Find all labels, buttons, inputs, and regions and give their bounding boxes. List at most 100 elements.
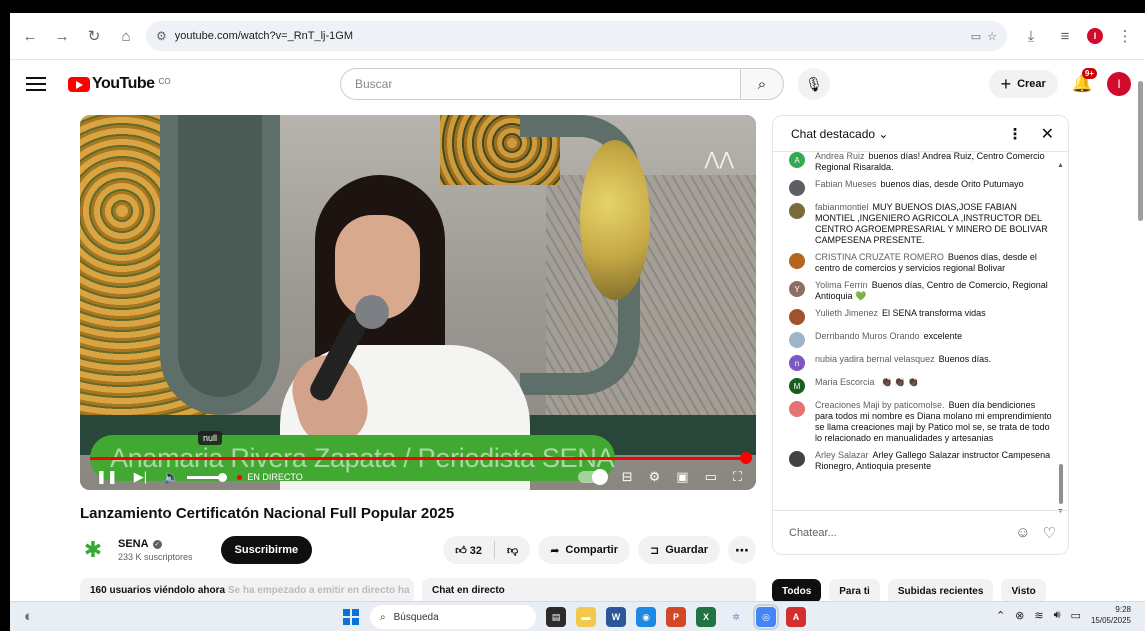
file-explorer-icon[interactable]: ▬ (576, 607, 596, 627)
chat-author-avatar[interactable] (789, 401, 805, 417)
page-scrollbar-thumb[interactable] (1138, 81, 1143, 221)
tray-chevron-icon[interactable]: ⌃ (996, 609, 1005, 622)
chat-author-name[interactable]: Derribando Muros Orando (815, 331, 920, 341)
chat-message[interactable]: A Andrea Ruiz buenos días! Andrea Ruiz, Ce… (789, 148, 1054, 176)
chat-message[interactable]: fabianmontiel MUY BUENOS DIAS,JOSE FABIAN… (789, 199, 1054, 249)
widgets-icon[interactable]: ◐ (24, 608, 54, 625)
live-indicator[interactable]: EN DIRECTO (237, 472, 303, 482)
chat-author-name[interactable]: Andrea Ruiz (815, 151, 865, 161)
chat-message-list[interactable]: A Andrea Ruiz buenos días! Andrea Ruiz, Ce… (773, 148, 1054, 506)
chrome-alt-icon[interactable]: ◉ (636, 607, 656, 627)
forward-icon[interactable]: → (50, 24, 74, 48)
start-button[interactable] (343, 609, 359, 625)
chat-scrollbar[interactable]: ▲ ▼ (1057, 162, 1064, 515)
chat-message[interactable]: Creaciones Maji by paticomolse. Buen día … (789, 397, 1054, 447)
dislike-button[interactable]: 👎︎ (507, 544, 518, 557)
excel-icon[interactable]: X (696, 607, 716, 627)
subscribe-button[interactable]: Suscribirme (220, 536, 313, 564)
progress-bar[interactable] (90, 457, 746, 460)
like-button[interactable]: 👍︎ 32 (455, 544, 482, 557)
browser-profile-avatar[interactable]: I (1087, 28, 1103, 44)
save-button[interactable]: ⊐ Guardar (637, 536, 720, 564)
chat-author-avatar[interactable] (789, 309, 805, 325)
settings-icon[interactable]: ⚙ (649, 469, 661, 485)
search-button[interactable]: ⌕ (740, 68, 784, 100)
address-bar[interactable]: ⚙ youtube.com/watch?v=_RnT_lj-1GM ▭ ☆ (146, 21, 1007, 51)
youtube-logo[interactable]: YouTube CO (68, 75, 171, 93)
next-icon[interactable]: ▶| (134, 469, 147, 485)
notifications-button[interactable]: 🔔 9+ (1072, 68, 1097, 94)
chat-message[interactable]: Yulieth Jimenez El SENA transforma vidas (789, 305, 1054, 328)
chat-author-avatar[interactable] (789, 332, 805, 348)
share-button[interactable]: ➦ Compartir (538, 536, 630, 564)
channel-name[interactable]: SENA (118, 538, 149, 550)
create-button[interactable]: + Crear (988, 70, 1058, 98)
chat-author-name[interactable]: fabianmontiel (815, 202, 869, 212)
chip-recent-uploads[interactable]: Subidas recientes (887, 579, 994, 603)
chat-options-icon[interactable]: ⋮ (1008, 125, 1023, 143)
chat-author-name[interactable]: CRISTINA CRUZATE ROMERO (815, 252, 944, 262)
chat-author-avatar[interactable] (789, 180, 805, 196)
chat-scrollbar-thumb[interactable] (1059, 464, 1063, 504)
taskbar-search[interactable]: ⌕ Búsqueda (370, 605, 536, 629)
theater-mode-icon[interactable]: ▭ (705, 469, 717, 485)
live-chat-tab[interactable]: Chat en directo (422, 578, 756, 603)
emoji-icon[interactable]: ☺ (1015, 524, 1030, 541)
clock[interactable]: 9:28 15/05/2025 (1091, 604, 1131, 626)
account-avatar[interactable]: I (1107, 72, 1131, 96)
chat-author-name[interactable]: Yulieth Jimenez (815, 308, 878, 318)
more-actions-button[interactable]: ⋯ (728, 536, 756, 564)
chat-author-name[interactable]: nubia yadira bernal velasquez (815, 354, 935, 364)
heart-icon[interactable]: ♡ (1043, 524, 1056, 542)
chat-mode-selector[interactable]: Chat destacado ⌄ (791, 127, 888, 141)
chat-author-avatar[interactable] (789, 451, 805, 467)
chat-author-name[interactable]: Creaciones Maji by paticomolse. (815, 400, 945, 410)
chat-message[interactable]: Derribando Muros Orando excelente (789, 328, 1054, 351)
menu-icon[interactable] (26, 77, 46, 91)
subtitles-icon[interactable]: ⊟ (622, 469, 633, 485)
chat-author-avatar[interactable]: n (789, 355, 805, 371)
voice-search-button[interactable]: 🎙 (798, 68, 830, 100)
chat-message[interactable]: Y Yolima Ferrin Buenos días, Centro de Com… (789, 277, 1054, 305)
chat-author-name[interactable]: Fabian Mueses (815, 179, 877, 189)
download-icon[interactable]: ⤓ (1019, 24, 1043, 48)
powerpoint-icon[interactable]: P (666, 607, 686, 627)
chat-author-avatar[interactable]: A (789, 152, 805, 168)
autoplay-toggle[interactable] (577, 469, 608, 485)
speaker-icon[interactable]: 🔊︎ (1054, 609, 1061, 622)
chat-author-name[interactable]: Arley Salazar (815, 450, 869, 460)
chip-all[interactable]: Todos (772, 579, 822, 603)
progress-scrubber[interactable] (740, 452, 752, 464)
chip-watched[interactable]: Visto (1001, 579, 1046, 603)
reload-icon[interactable]: ↻ (82, 24, 106, 48)
miniplayer-icon[interactable]: ▣ (676, 469, 688, 485)
battery-icon[interactable]: ▭ (1071, 609, 1081, 622)
channel-avatar[interactable]: ✱ (80, 537, 106, 563)
wifi-icon[interactable]: ≋ (1034, 609, 1043, 622)
tray-app-icon[interactable]: ⊗ (1015, 609, 1024, 622)
chip-for-you[interactable]: Para ti (829, 579, 880, 603)
page-scrollbar[interactable] (1136, 61, 1145, 581)
chat-author-avatar[interactable]: M (789, 378, 805, 394)
reading-list-icon[interactable]: ≡ (1053, 24, 1077, 48)
close-chat-icon[interactable]: ✕ (1041, 124, 1054, 144)
acrobat-icon[interactable]: A (786, 607, 806, 627)
chat-message[interactable]: M Maria Escorcia 👏🏿👏🏿👏🏿 (789, 374, 1054, 397)
chat-author-avatar[interactable]: Y (789, 281, 805, 297)
browser-menu-icon[interactable]: ⋮ (1113, 24, 1137, 48)
search-input[interactable] (340, 68, 740, 100)
bookmark-star-icon[interactable]: ☆ (987, 30, 997, 43)
paint-icon[interactable]: ✲ (726, 607, 746, 627)
fullscreen-icon[interactable]: ⛶ (733, 469, 742, 485)
chat-author-avatar[interactable] (789, 203, 805, 219)
chat-message[interactable]: n nubia yadira bernal velasquez Buenos día… (789, 351, 1054, 374)
chat-message[interactable]: Arley Salazar Arley Gallego Salazar instr… (789, 447, 1054, 475)
task-view-icon[interactable]: ▤ (546, 607, 566, 627)
cast-icon[interactable]: ▭ (971, 30, 981, 43)
volume-slider[interactable] (187, 472, 228, 482)
pause-icon[interactable]: ❚❚ (96, 469, 118, 485)
back-icon[interactable]: ← (18, 24, 42, 48)
scroll-up-icon[interactable]: ▲ (1057, 162, 1064, 169)
volume-icon[interactable]: 🔈 (163, 469, 179, 485)
home-icon[interactable]: ⌂ (114, 24, 138, 48)
